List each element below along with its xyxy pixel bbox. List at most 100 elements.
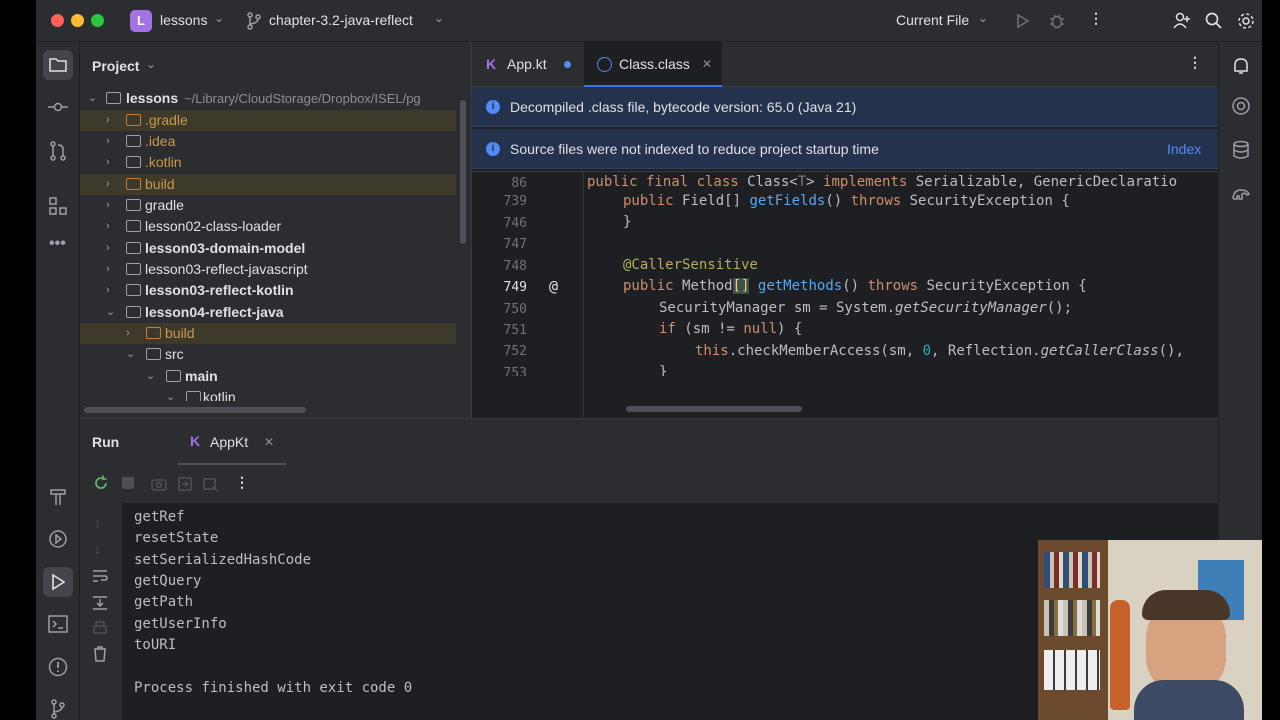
books-row (1044, 600, 1100, 636)
overrides-marker-icon[interactable]: @ (549, 277, 558, 295)
tree-item[interactable]: › lesson03-reflect-javascript (80, 259, 456, 280)
chevron-down-icon[interactable]: ⌄ (166, 387, 178, 401)
tree-item[interactable]: › lesson02-class-loader (80, 216, 456, 237)
code-view[interactable]: 86 739 746 747 748 749 750 751 752 753 @… (472, 172, 1219, 376)
chevron-down-icon[interactable]: ⌄ (106, 302, 118, 323)
tree-root[interactable]: ⌄ lessons ~/Library/CloudStorage/Dropbox… (80, 88, 456, 109)
soft-wrap-icon[interactable] (91, 567, 109, 585)
tab-options-icon[interactable]: ⋮ (1188, 54, 1202, 71)
ai-assistant-icon[interactable] (1229, 94, 1253, 118)
chevron-right-icon[interactable]: › (106, 131, 118, 152)
tab-class-class[interactable]: Class.class ✕ (584, 42, 722, 87)
notifications-bell-icon[interactable] (1229, 54, 1253, 78)
project-avatar[interactable]: L (130, 10, 152, 32)
folder-icon (166, 370, 181, 382)
tree-item[interactable]: ⌄ main (80, 366, 456, 387)
index-link[interactable]: Index (1167, 129, 1201, 169)
chevron-right-icon[interactable]: › (106, 174, 118, 195)
chevron-right-icon[interactable]: › (106, 152, 118, 173)
commit-icon[interactable] (46, 95, 70, 119)
chevron-right-icon[interactable]: › (106, 280, 118, 301)
debug-icon[interactable] (1047, 11, 1067, 31)
maximize-window-button[interactable] (91, 14, 104, 27)
code-line: public final class Class<T> implements S… (587, 174, 1178, 190)
export-icon[interactable] (202, 475, 220, 493)
close-window-button[interactable] (51, 14, 64, 27)
settings-gear-icon[interactable] (1236, 11, 1256, 31)
tree-item[interactable]: › build (80, 174, 456, 195)
chevron-right-icon[interactable]: › (106, 110, 118, 131)
chevron-down-icon[interactable]: ⌄ (978, 11, 988, 25)
tree-item[interactable]: › lesson03-domain-model (80, 238, 456, 259)
scroll-to-end-icon[interactable] (91, 593, 109, 611)
vertical-scrollbar[interactable] (460, 100, 466, 244)
close-icon[interactable]: ✕ (702, 42, 712, 87)
camera-icon[interactable] (150, 475, 168, 493)
folder-icon (126, 284, 141, 296)
rerun-icon[interactable] (92, 474, 110, 492)
tree-item-label: lesson04-reflect-java (145, 304, 284, 320)
arrow-up-icon[interactable]: ↑ (94, 515, 101, 531)
tab-appkt[interactable]: K AppKt ✕ (178, 419, 286, 465)
tree-item[interactable]: › build (80, 323, 456, 344)
folder-icon (126, 242, 141, 254)
editor-horizontal-scrollbar[interactable] (626, 406, 802, 412)
project-tool-button[interactable] (43, 50, 73, 80)
project-panel-title[interactable]: Project (92, 58, 139, 74)
console-line: resetState (134, 530, 219, 546)
gradle-elephant-icon[interactable] (1229, 182, 1253, 206)
restore-layout-icon[interactable] (176, 475, 194, 493)
chevron-down-icon[interactable]: ⌄ (214, 11, 224, 25)
trash-icon[interactable] (91, 645, 109, 663)
chevron-down-icon[interactable]: ⌄ (88, 88, 100, 109)
close-icon[interactable]: ✕ (264, 435, 274, 449)
project-name[interactable]: lessons (160, 12, 207, 28)
horizontal-scrollbar[interactable] (84, 407, 306, 413)
chevron-right-icon[interactable]: › (106, 238, 118, 259)
more-tools-icon[interactable]: ••• (49, 235, 66, 253)
chevron-down-icon[interactable]: ⌄ (126, 344, 138, 365)
branch-name[interactable]: chapter-3.2-java-reflect (269, 12, 413, 28)
line-number: 748 (503, 259, 527, 274)
tree-item-label: build (145, 176, 175, 192)
tree-item[interactable]: ⌄ lesson04-reflect-java (80, 302, 456, 323)
run-icon[interactable] (1012, 11, 1032, 31)
print-icon[interactable] (91, 619, 109, 637)
pull-requests-icon[interactable] (46, 139, 70, 163)
folder-icon (126, 156, 141, 168)
more-actions-icon[interactable]: ⋮ (235, 474, 249, 491)
more-actions-icon[interactable]: ⋮ (1089, 10, 1103, 27)
chevron-right-icon[interactable]: › (106, 216, 118, 237)
terminal-icon[interactable] (46, 612, 70, 636)
problems-icon[interactable] (46, 655, 70, 679)
tab-app-kt[interactable]: K App.kt (472, 42, 584, 87)
presenter-shirt (1134, 680, 1244, 720)
tree-item[interactable]: ⌄ src (80, 344, 456, 365)
stop-icon[interactable] (122, 477, 134, 489)
add-user-icon[interactable] (1172, 11, 1192, 31)
run-tool-button[interactable] (43, 567, 73, 597)
services-icon[interactable] (46, 527, 70, 551)
tree-item[interactable]: › lesson03-reflect-kotlin (80, 280, 456, 301)
build-hammer-icon[interactable] (46, 485, 70, 509)
chevron-down-icon[interactable]: ⌄ (146, 57, 156, 71)
chevron-right-icon[interactable]: › (106, 195, 118, 216)
arrow-down-icon[interactable]: ↓ (94, 541, 101, 557)
git-icon[interactable] (46, 697, 70, 720)
tree-item[interactable]: › gradle (80, 195, 456, 216)
search-icon[interactable] (1204, 11, 1224, 31)
minimize-window-button[interactable] (71, 14, 84, 27)
tree-item[interactable]: ⌄ kotlin (80, 387, 456, 401)
chevron-down-icon[interactable]: ⌄ (434, 11, 444, 25)
tree-item[interactable]: › .gradle (80, 110, 456, 131)
tree-item[interactable]: › .kotlin (80, 152, 456, 173)
chevron-right-icon[interactable]: › (106, 259, 118, 280)
line-number: 752 (503, 344, 527, 359)
database-icon[interactable] (1229, 138, 1253, 162)
run-config-selector[interactable]: Current File (896, 12, 969, 28)
structure-icon[interactable] (46, 194, 70, 218)
chevron-right-icon[interactable]: › (126, 323, 138, 344)
console-side-toolbar: ↑ ↓ (80, 503, 122, 720)
tree-item[interactable]: › .idea (80, 131, 456, 152)
chevron-down-icon[interactable]: ⌄ (146, 366, 158, 387)
